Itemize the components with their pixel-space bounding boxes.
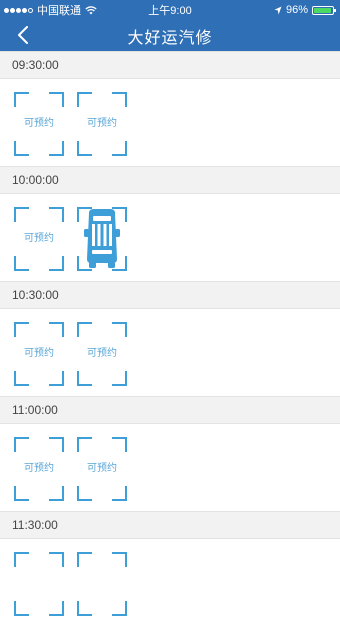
battery-percent: 96% (285, 4, 308, 16)
slot-frame-corner (77, 141, 92, 156)
slot-frame-corner (112, 371, 127, 386)
slot-frame-corner (77, 322, 92, 337)
slot-frame-corner (49, 92, 64, 107)
available-slot[interactable]: 可预约 (77, 437, 127, 501)
back-button[interactable] (12, 24, 34, 46)
slot-frame-corner (49, 437, 64, 452)
chevron-left-icon (18, 26, 28, 44)
slot-frame-corner (14, 256, 29, 271)
available-slot[interactable]: 可预约 (14, 437, 64, 501)
nav-bar: 大好运汽修 (0, 20, 340, 51)
page-title: 大好运汽修 (127, 29, 213, 47)
slot-frame-corner (112, 141, 127, 156)
available-slot[interactable] (77, 552, 127, 616)
slot-frame-corner (49, 141, 64, 156)
slot-frame-corner (49, 371, 64, 386)
slot-row: 可预约 可预约 (0, 309, 340, 396)
slot-status-label: 可预约 (24, 118, 54, 129)
time-slot-header: 09:30:00 (0, 51, 340, 79)
slot-frame-corner (14, 207, 29, 222)
slot-row: 可预约 (0, 194, 340, 281)
time-slot-header: 11:30:00 (0, 511, 340, 539)
slot-frame-corner (14, 552, 29, 567)
slot-status-label: 可预约 (24, 233, 54, 244)
slot-frame-corner (77, 437, 92, 452)
wifi-icon (85, 5, 97, 14)
slot-frame-corner (112, 437, 127, 452)
slot-frame-corner (14, 437, 29, 452)
battery-level-fill (314, 7, 332, 13)
battery-icon (312, 5, 336, 15)
available-slot[interactable] (14, 552, 64, 616)
slot-status-label: 可预约 (87, 463, 117, 474)
slot-frame-corner (14, 486, 29, 501)
status-bar-right: 96% (274, 4, 336, 16)
slot-frame-corner (49, 486, 64, 501)
status-bar-left: 中国联通 (4, 2, 97, 18)
slot-frame-corner (77, 92, 92, 107)
slot-frame-corner (49, 256, 64, 271)
slot-status-label: 可预约 (24, 463, 54, 474)
slot-row (0, 539, 340, 626)
slot-frame-corner (77, 552, 92, 567)
slot-frame-corner (49, 601, 64, 616)
slot-frame-corner (49, 322, 64, 337)
slot-frame-corner (14, 92, 29, 107)
slot-frame-corner (112, 322, 127, 337)
carrier-name: 中国联通 (37, 5, 81, 17)
status-bar: 中国联通 上午9:00 96% (0, 0, 340, 20)
slot-frame-corner (14, 371, 29, 386)
slot-frame-corner (112, 92, 127, 107)
time-slot-header: 10:00:00 (0, 166, 340, 194)
slot-frame-corner (14, 601, 29, 616)
available-slot[interactable]: 可预约 (77, 92, 127, 156)
slot-frame-corner (112, 486, 127, 501)
slot-frame-corner (14, 322, 29, 337)
slot-status-label: 可预约 (87, 348, 117, 359)
slot-frame-corner (77, 486, 92, 501)
available-slot[interactable]: 可预约 (14, 207, 64, 271)
time-slot-header: 10:30:00 (0, 281, 340, 309)
available-slot[interactable]: 可预约 (14, 92, 64, 156)
available-slot[interactable]: 可预约 (14, 322, 64, 386)
slot-status-label: 可预约 (87, 118, 117, 129)
location-arrow-icon (274, 6, 282, 14)
slot-status-label: 可预约 (24, 348, 54, 359)
slot-row: 可预约 可预约 (0, 424, 340, 511)
booked-slot[interactable] (77, 207, 127, 271)
slot-frame-corner (49, 207, 64, 222)
slot-frame-corner (49, 552, 64, 567)
slot-frame-corner (112, 601, 127, 616)
time-slot-header: 11:00:00 (0, 396, 340, 424)
schedule-list: 09:30:00 可预约 可预约 10:00:00 可预约 10:30:00 可预约 可预约 1… (0, 51, 340, 626)
slot-frame-corner (14, 141, 29, 156)
slot-frame-corner (77, 371, 92, 386)
slot-frame-corner (112, 552, 127, 567)
available-slot[interactable]: 可预约 (77, 322, 127, 386)
slot-row: 可预约 可预约 (0, 79, 340, 166)
signal-strength-icon (4, 7, 33, 13)
car-icon (84, 209, 120, 268)
slot-frame-corner (77, 601, 92, 616)
